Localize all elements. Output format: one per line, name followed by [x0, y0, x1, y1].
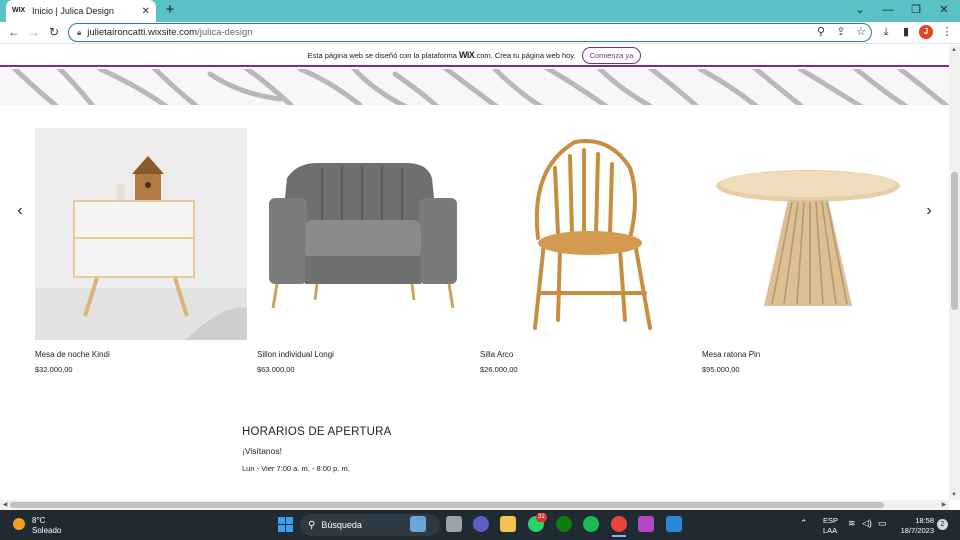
- scroll-up-arrow-icon[interactable]: ▲: [949, 45, 959, 55]
- clock-date[interactable]: 18/7/2023: [894, 526, 934, 535]
- vertical-scroll-thumb[interactable]: [951, 172, 958, 310]
- weather-temperature[interactable]: 8°C: [32, 516, 45, 525]
- hours-subtitle: ¡Visítanos!: [242, 446, 283, 456]
- download-icon[interactable]: ⤓: [879, 25, 893, 39]
- taskbar-file-icon[interactable]: [446, 516, 462, 532]
- product-image-nightstand[interactable]: [35, 128, 247, 340]
- scroll-down-arrow-icon[interactable]: ▼: [949, 490, 959, 500]
- browser-tab[interactable]: WIX Inicio | Julica Design ✕: [6, 0, 156, 22]
- tab-close-icon[interactable]: ✕: [142, 6, 150, 17]
- product-card[interactable]: Sillon individual Longi $63.000,00: [257, 128, 469, 374]
- minimize-icon[interactable]: —: [878, 2, 898, 18]
- wix-promo-banner: Esta página web se diseñó con la platafo…: [0, 45, 949, 67]
- product-price: $32.000,00: [35, 365, 73, 374]
- window-close-icon[interactable]: ✕: [934, 2, 954, 18]
- taskbar-search-label: Búsqueda: [321, 520, 362, 530]
- new-tab-button[interactable]: +: [162, 2, 178, 18]
- clock-time[interactable]: 18:58: [898, 516, 934, 525]
- side-panel-icon[interactable]: ▮: [899, 25, 913, 39]
- tab-search-chevron-down-icon[interactable]: ⌄: [850, 2, 870, 18]
- maximize-icon[interactable]: ❐: [906, 2, 926, 18]
- product-name[interactable]: Mesa de noche Kindi: [35, 350, 247, 359]
- whatsapp-badge: 32: [536, 513, 547, 522]
- product-image-chair[interactable]: [480, 128, 692, 340]
- banner-text-before: Esta página web se diseñó con la platafo…: [307, 51, 457, 60]
- wifi-icon[interactable]: ≋: [848, 518, 856, 529]
- wix-favicon-icon: WIX: [12, 7, 26, 14]
- tray-chevron-up-icon[interactable]: ⌃: [800, 518, 808, 529]
- product-price: $95.000,00: [702, 365, 740, 374]
- url-path: /julica-design: [197, 27, 253, 38]
- windows-start-icon[interactable]: [278, 517, 293, 532]
- tab-title: Inicio | Julica Design: [32, 6, 114, 16]
- product-name[interactable]: Silla Arco: [480, 350, 692, 359]
- notification-count-badge[interactable]: 2: [937, 519, 948, 530]
- back-arrow-icon[interactable]: ←: [6, 24, 22, 40]
- address-bar[interactable]: 🔒︎ julietaironcatti.wixsite.com/julica-d…: [68, 23, 872, 42]
- weather-condition[interactable]: Soleado: [32, 526, 61, 535]
- bookmark-star-icon[interactable]: ☆: [854, 25, 868, 39]
- banner-text-after: .com. Crea tu página web hoy.: [474, 51, 576, 60]
- keyboard-language[interactable]: ESP: [823, 516, 838, 525]
- product-image-pedestal-table[interactable]: [702, 128, 914, 340]
- product-card[interactable]: Silla Arco $26.000,00: [480, 128, 692, 374]
- product-image-armchair[interactable]: [257, 128, 469, 340]
- forward-arrow-icon[interactable]: →: [26, 24, 42, 40]
- active-app-indicator: [612, 535, 626, 537]
- taskbar-app-icon[interactable]: [638, 516, 654, 532]
- url-host: julietaironcatti.wixsite.com: [87, 27, 198, 38]
- share-icon[interactable]: ⇪: [834, 25, 848, 39]
- gallery-prev-chevron-icon[interactable]: ‹: [12, 200, 28, 222]
- taskbar-teams-icon[interactable]: [473, 516, 489, 532]
- keyboard-layout[interactable]: LAA: [823, 526, 837, 535]
- scroll-left-arrow-icon[interactable]: ◀: [0, 500, 10, 510]
- taskbar-store-icon[interactable]: [666, 516, 682, 532]
- battery-icon[interactable]: ▭: [878, 518, 887, 529]
- sun-weather-icon[interactable]: [13, 518, 25, 530]
- taskbar-spotify-icon[interactable]: [583, 516, 599, 532]
- wix-logo-text: WiX: [458, 50, 475, 60]
- product-price: $63.000,00: [257, 365, 295, 374]
- menu-kebab-icon[interactable]: ⋮: [940, 25, 954, 39]
- hours-heading: HORARIOS DE APERTURA: [242, 426, 392, 438]
- taskbar-chrome-icon[interactable]: [611, 516, 627, 532]
- zoom-search-icon[interactable]: ⚲: [814, 25, 828, 39]
- scroll-right-arrow-icon[interactable]: ▶: [939, 500, 949, 510]
- taskbar-xbox-icon[interactable]: [556, 516, 572, 532]
- product-name[interactable]: Sillon individual Longi: [257, 350, 469, 359]
- url-text: julietaironcatti.wixsite.com/julica-desi…: [87, 27, 252, 38]
- hours-schedule: Lun - Vier 7:00 a. m. - 8:00 p. m.: [242, 464, 350, 473]
- volume-icon[interactable]: ◁): [862, 518, 872, 529]
- profile-avatar[interactable]: J: [919, 25, 933, 39]
- product-card[interactable]: Mesa de noche Kindi $32.000,00: [35, 128, 247, 374]
- taskbar-file-explorer-icon[interactable]: [500, 516, 516, 532]
- lock-icon: 🔒︎: [77, 27, 82, 37]
- zebra-pattern-image: [0, 69, 949, 105]
- product-price: $26.000,00: [480, 365, 518, 374]
- product-card[interactable]: Mesa ratona Pin $95.000,00: [702, 128, 914, 374]
- taskbar-widgets-icon[interactable]: [410, 516, 426, 532]
- product-name[interactable]: Mesa ratona Pin: [702, 350, 914, 359]
- reload-icon[interactable]: ↻: [46, 24, 62, 40]
- start-now-button[interactable]: Comienza ya: [581, 46, 642, 64]
- search-icon: ⚲: [308, 519, 316, 531]
- horizontal-scroll-thumb[interactable]: [10, 502, 884, 508]
- gallery-next-chevron-icon[interactable]: ›: [921, 200, 937, 222]
- banner-text: Esta página web se diseñó con la platafo…: [308, 50, 576, 60]
